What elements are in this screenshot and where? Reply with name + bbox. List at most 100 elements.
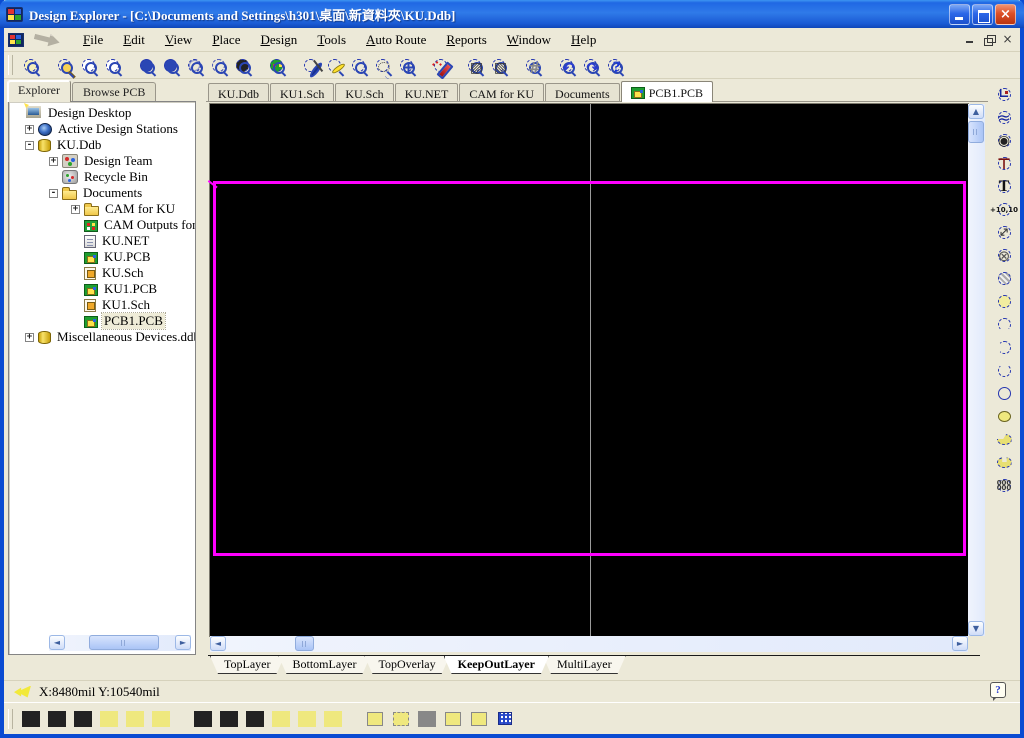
app-icon[interactable] <box>6 6 23 22</box>
maximize-button[interactable] <box>972 3 993 25</box>
panel-tab[interactable]: Explorer <box>7 80 71 102</box>
placement-tool-button[interactable] <box>991 267 1017 290</box>
mdi-restore-button[interactable] <box>980 32 997 47</box>
tree-toggle[interactable]: + <box>25 124 34 134</box>
toolbar-button[interactable] <box>100 54 124 77</box>
toolbar-button[interactable] <box>52 54 76 77</box>
alignment-tool-button[interactable] <box>70 706 96 731</box>
document-icon[interactable] <box>8 32 24 47</box>
tree-item[interactable]: KU1.PCB <box>9 281 195 297</box>
scroll-up-icon[interactable]: ▲ <box>968 104 984 119</box>
layer-tab[interactable]: MultiLayer <box>543 656 626 674</box>
toolbar-button[interactable] <box>520 54 544 77</box>
placement-tool-button[interactable] <box>991 290 1017 313</box>
alignment-tool-button[interactable] <box>320 706 346 731</box>
toolbar-button[interactable] <box>428 54 452 77</box>
menu-arrow-icon[interactable] <box>33 30 61 49</box>
menu-item[interactable]: File <box>74 30 112 50</box>
menu-item[interactable]: Window <box>498 30 560 50</box>
document-tab[interactable]: KU1.Sch <box>270 83 335 102</box>
alignment-tool-button[interactable] <box>242 706 268 731</box>
toolbar-button[interactable] <box>346 54 370 77</box>
tree-item[interactable]: + Active Design Stations <box>9 121 195 137</box>
tree-toggle[interactable]: - <box>49 188 58 198</box>
tree-item[interactable]: CAM Outputs for KU <box>9 217 195 233</box>
placement-tool-button[interactable] <box>991 175 1017 198</box>
toolbar-button[interactable] <box>206 54 230 77</box>
document-tab[interactable]: KU.NET <box>394 83 459 102</box>
document-tab[interactable]: KU.Sch <box>335 83 394 102</box>
alignment-tool-button[interactable] <box>190 706 216 731</box>
scrollbar-thumb[interactable] <box>968 121 984 143</box>
tree-item[interactable]: KU.NET <box>9 233 195 249</box>
tree-item[interactable]: + Miscellaneous Devices.ddb <box>9 329 195 345</box>
placement-tool-button[interactable] <box>991 405 1017 428</box>
toolbar-button[interactable] <box>602 54 626 77</box>
toolbar-button[interactable] <box>322 54 346 77</box>
alignment-tool-button[interactable] <box>96 706 122 731</box>
toolbar-button[interactable] <box>298 54 322 77</box>
keepout-boundary[interactable] <box>213 181 966 556</box>
menu-item[interactable]: Edit <box>114 30 154 50</box>
toolbar-button[interactable] <box>18 54 42 77</box>
placement-tool-button[interactable] <box>991 451 1017 474</box>
tree-toggle[interactable]: + <box>71 204 80 214</box>
scroll-left-icon[interactable]: ◄ <box>210 636 226 651</box>
placement-tool-button[interactable] <box>991 198 1017 221</box>
menu-item[interactable]: Tools <box>308 30 355 50</box>
placement-tool-button[interactable] <box>991 474 1017 497</box>
alignment-tool-button[interactable] <box>216 706 242 731</box>
toolbar-button[interactable] <box>394 54 418 77</box>
alignment-tool-button[interactable] <box>466 706 492 731</box>
placement-tool-button[interactable] <box>991 106 1017 129</box>
alignment-tool-button[interactable] <box>148 706 174 731</box>
tree-item[interactable]: KU.PCB <box>9 249 195 265</box>
tree-item[interactable]: KU1.Sch <box>9 297 195 313</box>
panel-tab[interactable]: Browse PCB <box>71 82 157 102</box>
tree-item[interactable]: Design Desktop <box>9 105 195 121</box>
toolbar-button[interactable] <box>134 54 158 77</box>
toolbar-button[interactable] <box>264 54 288 77</box>
alignment-tool-button[interactable] <box>18 706 44 731</box>
tree-item[interactable]: PCB1.PCB <box>9 312 195 330</box>
placement-tool-button[interactable] <box>991 83 1017 106</box>
layer-tab[interactable]: BottomLayer <box>278 656 370 674</box>
menu-item[interactable]: Help <box>562 30 605 50</box>
mdi-close-button[interactable]: × <box>999 32 1016 47</box>
help-balloon-icon[interactable]: ? <box>990 682 1006 701</box>
toolbar-button[interactable] <box>486 54 510 77</box>
toolbar-button[interactable] <box>182 54 206 77</box>
toolbar-button[interactable] <box>554 54 578 77</box>
toolbar-button[interactable] <box>370 54 394 77</box>
alignment-tool-button[interactable] <box>122 706 148 731</box>
menu-item[interactable]: Place <box>203 30 249 50</box>
scroll-right-icon[interactable]: ► <box>952 636 968 651</box>
placement-tool-button[interactable] <box>991 382 1017 405</box>
horizontal-scrollbar[interactable]: ◄ ► <box>210 636 968 652</box>
vertical-scrollbar[interactable]: ▲ ▼ <box>968 104 985 636</box>
menu-item[interactable]: Auto Route <box>357 30 435 50</box>
tree-item[interactable]: + Design Team <box>9 153 195 169</box>
close-button[interactable]: × <box>995 3 1016 25</box>
placement-tool-button[interactable] <box>991 313 1017 336</box>
tree-item[interactable]: - KU.Ddb <box>9 137 195 153</box>
layer-tab[interactable]: KeepOutLayer <box>444 656 549 674</box>
document-tab[interactable]: Documents <box>545 83 620 102</box>
alignment-tool-button[interactable] <box>362 706 388 731</box>
toolbar-button[interactable] <box>578 54 602 77</box>
menu-item[interactable]: Reports <box>437 30 495 50</box>
scroll-right-icon[interactable]: ► <box>175 635 191 650</box>
placement-tool-button[interactable] <box>991 221 1017 244</box>
layer-tab[interactable]: TopLayer <box>210 656 284 674</box>
layer-tab[interactable]: TopOverlay <box>364 656 449 674</box>
document-tab[interactable]: KU.Ddb <box>208 83 269 102</box>
mdi-minimize-button[interactable] <box>961 32 978 47</box>
toolbar-button[interactable] <box>230 54 254 77</box>
placement-tool-button[interactable] <box>991 336 1017 359</box>
minimize-button[interactable] <box>949 3 970 25</box>
placement-tool-button[interactable] <box>991 428 1017 451</box>
alignment-tool-button[interactable] <box>440 706 466 731</box>
placement-tool-button[interactable] <box>991 359 1017 382</box>
tree-item[interactable]: + CAM for KU <box>9 201 195 217</box>
menu-item[interactable]: View <box>156 30 201 50</box>
